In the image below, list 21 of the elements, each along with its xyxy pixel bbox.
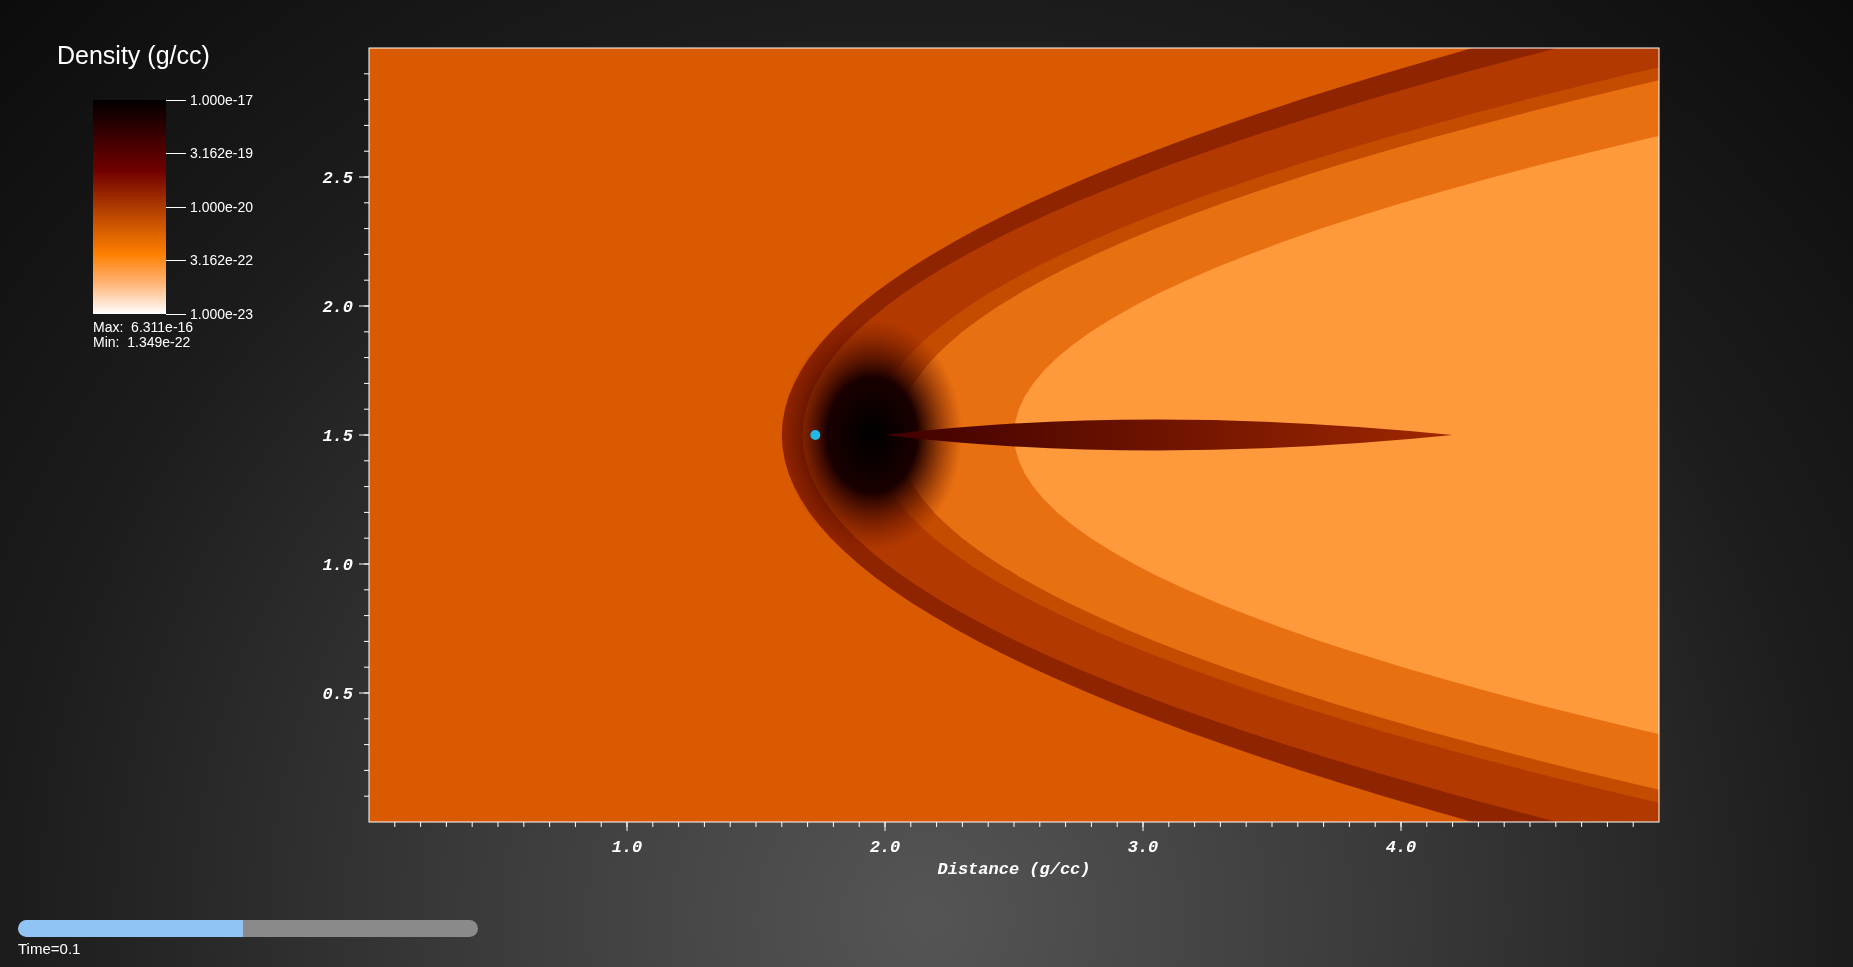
x-axis-label: 1.0 — [611, 838, 643, 857]
colorbar-label: 1.000e-20 — [190, 197, 254, 217]
y-axis-label: 0.5 — [322, 685, 353, 704]
y-axis-label: 1.0 — [322, 556, 353, 575]
legend-title: Density (g/cc) — [57, 40, 210, 70]
min-value: Min: 1.349e-22 — [93, 335, 191, 350]
colorbar-label: 3.162e-22 — [190, 251, 254, 270]
x-axis-title: Distance (g/cc) — [937, 860, 1091, 879]
y-axis-label: 1.5 — [322, 427, 353, 446]
colorbar-label: 1.000e-17 — [190, 90, 254, 110]
time-label: Time=0.1 — [18, 940, 81, 958]
time-slider[interactable] — [18, 920, 478, 937]
max-value: Max: 6.311e-16 — [93, 320, 194, 335]
x-axis-label: 2.0 — [869, 838, 901, 857]
x-axis-label: 3.0 — [1127, 838, 1159, 857]
star-dot — [810, 430, 821, 440]
y-axis-label: 2.5 — [322, 169, 353, 188]
colorbar-label: 1.000e-23 — [190, 304, 254, 322]
y-axis-label: 2.0 — [322, 298, 353, 317]
colorbar-label: 3.162e-19 — [190, 144, 254, 163]
x-axis-label: 4.0 — [1385, 838, 1417, 857]
